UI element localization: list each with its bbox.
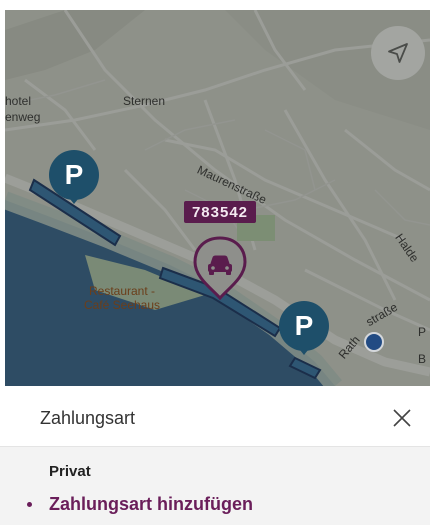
navigation-arrow-icon bbox=[388, 43, 408, 63]
poi-label-line1: Restaurant - bbox=[88, 284, 156, 298]
map-label-enweg: enweg bbox=[5, 110, 41, 124]
close-icon bbox=[393, 409, 411, 427]
map-view[interactable]: hotel enweg Sternen Maurenstraße Halde R… bbox=[5, 10, 430, 386]
parking-marker-letter: P bbox=[294, 310, 314, 341]
vehicle-pin[interactable] bbox=[191, 234, 249, 304]
parking-marker-letter: P bbox=[64, 159, 84, 190]
zone-number-badge[interactable]: 783542 bbox=[184, 201, 256, 223]
map-label-edge-b: B bbox=[418, 352, 427, 366]
map-label-hotel: hotel bbox=[5, 94, 32, 108]
map-label-edge-p: P bbox=[418, 325, 427, 339]
poi-label-line2: Café Seehaus bbox=[83, 298, 161, 312]
add-payment-method-item[interactable]: Zahlungsart hinzufügen bbox=[0, 487, 430, 521]
close-button[interactable] bbox=[390, 406, 414, 430]
add-payment-method-label: Zahlungsart hinzufügen bbox=[49, 494, 253, 514]
parking-marker-2[interactable]: P bbox=[279, 301, 329, 355]
sheet-title: Zahlungsart bbox=[40, 408, 136, 428]
section-label-private: Privat bbox=[49, 463, 91, 480]
map-label-sternen: Sternen bbox=[123, 94, 166, 108]
payment-section: Privat Zahlungsart hinzufügen bbox=[0, 447, 430, 525]
poi-label-restaurant: Restaurant - Café Seehaus bbox=[67, 284, 177, 312]
bullet-icon bbox=[27, 502, 32, 507]
payment-sheet-header: Zahlungsart bbox=[0, 386, 430, 447]
locate-button[interactable] bbox=[371, 26, 425, 80]
current-location-dot bbox=[364, 332, 384, 352]
parking-marker-1[interactable]: P bbox=[49, 150, 99, 204]
